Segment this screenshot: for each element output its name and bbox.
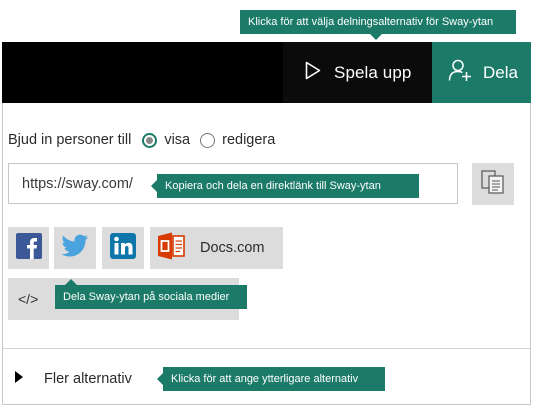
social-share-callout: Dela Sway-ytan på sociala medier — [55, 279, 247, 309]
copy-link-callout-text: Kopiera och dela en direktlänk till Sway… — [165, 180, 381, 192]
social-share-callout-text: Dela Sway-ytan på sociala medier — [63, 291, 230, 303]
callout-arrow — [65, 279, 77, 285]
play-outline-icon — [305, 61, 321, 85]
copy-link-button[interactable] — [472, 163, 514, 205]
radio-edit-label[interactable]: redigera — [222, 132, 275, 148]
callout-arrow — [151, 180, 157, 192]
linkedin-icon — [110, 232, 136, 264]
docs-com-icon — [157, 232, 185, 265]
more-options-toggle[interactable]: Fler alternativ — [14, 367, 132, 391]
radio-edit[interactable] — [200, 132, 216, 148]
twitter-icon — [61, 234, 89, 263]
twitter-share-button[interactable] — [54, 227, 96, 269]
radio-view[interactable] — [142, 132, 158, 148]
share-button[interactable]: Dela — [432, 42, 531, 103]
copy-clipboard-icon — [480, 169, 506, 200]
facebook-share-button[interactable] — [8, 227, 49, 269]
copy-link-callout: Kopiera och dela en direktlänk till Sway… — [151, 174, 419, 198]
more-options-label: Fler alternativ — [44, 371, 132, 387]
expand-triangle-icon — [14, 370, 24, 389]
linkedin-share-button[interactable] — [102, 227, 144, 269]
divider — [2, 348, 531, 349]
more-options-callout-text: Klicka för att ange ytterligare alternat… — [171, 373, 359, 385]
play-button-label: Spela upp — [334, 62, 412, 82]
share-options-callout-text: Klicka för att välja delningsalternativ … — [248, 16, 494, 28]
share-button-label: Dela — [483, 62, 518, 82]
share-options-callout: Klicka för att välja delningsalternativ … — [240, 10, 516, 40]
embed-code-icon: </> — [18, 291, 39, 307]
top-toolbar: Spela upp Dela — [2, 42, 531, 103]
share-link-url: https://sway.com/ — [22, 175, 133, 192]
share-pane: Klicka för att välja delningsalternativ … — [0, 0, 535, 407]
docs-com-share-button[interactable]: Docs.com — [150, 227, 283, 269]
play-button[interactable]: Spela upp — [283, 42, 432, 103]
facebook-icon — [15, 232, 42, 264]
invite-permission-row: Bjud in personer till visa redigera — [8, 129, 275, 151]
callout-arrow — [157, 373, 163, 385]
invite-label: Bjud in personer till — [8, 132, 132, 148]
callout-arrow — [370, 34, 382, 40]
add-person-icon — [448, 58, 472, 87]
radio-view-label[interactable]: visa — [164, 132, 190, 148]
docs-com-label: Docs.com — [200, 240, 265, 256]
more-options-callout: Klicka för att ange ytterligare alternat… — [157, 367, 385, 391]
